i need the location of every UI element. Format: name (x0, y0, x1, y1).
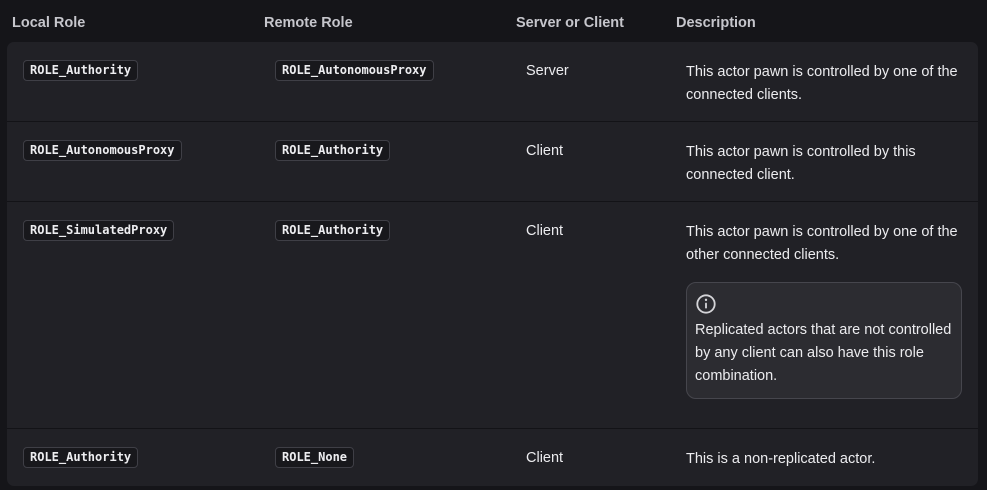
remote-role-cell: ROLE_Authority (275, 220, 391, 241)
local-role-code: ROLE_SimulatedProxy (23, 220, 175, 241)
remote-role-code: ROLE_Authority (275, 220, 391, 241)
header-server-or-client: Server or Client (516, 15, 624, 31)
header-remote-role: Remote Role (264, 15, 353, 31)
table-row: ROLE_SimulatedProxy ROLE_Authority Clien… (7, 202, 978, 429)
local-role-cell: ROLE_SimulatedProxy (23, 220, 175, 241)
remote-role-code: ROLE_None (275, 447, 355, 468)
table-row: ROLE_Authority ROLE_None Client This is … (7, 429, 978, 486)
local-role-code: ROLE_Authority (23, 447, 139, 468)
remote-role-code: ROLE_AutonomousProxy (275, 60, 434, 81)
description-cell: This actor pawn is controlled by one of … (686, 221, 962, 399)
info-callout-text: Replicated actors that are not controlle… (695, 322, 952, 384)
description-cell: This actor pawn is controlled by this co… (686, 144, 916, 183)
remote-role-cell: ROLE_AutonomousProxy (275, 60, 434, 81)
server-or-client-cell: Server (526, 63, 569, 79)
table-row: ROLE_Authority ROLE_AutonomousProxy Serv… (7, 42, 978, 122)
table-header: Local Role Remote Role Server or Client … (0, 0, 987, 44)
table-body: ROLE_Authority ROLE_AutonomousProxy Serv… (7, 42, 978, 486)
local-role-cell: ROLE_AutonomousProxy (23, 140, 182, 161)
remote-role-code: ROLE_Authority (275, 140, 391, 161)
description-cell: This is a non-replicated actor. (686, 451, 876, 467)
description-cell: This actor pawn is controlled by one of … (686, 64, 958, 103)
roles-table-page: Local Role Remote Role Server or Client … (0, 0, 987, 490)
header-description: Description (676, 15, 756, 31)
remote-role-cell: ROLE_None (275, 447, 355, 468)
local-role-code: ROLE_Authority (23, 60, 139, 81)
local-role-code: ROLE_AutonomousProxy (23, 140, 182, 161)
server-or-client-cell: Client (526, 450, 564, 466)
info-icon (696, 294, 716, 314)
server-or-client-cell: Client (526, 143, 564, 159)
table-row: ROLE_AutonomousProxy ROLE_Authority Clie… (7, 122, 978, 202)
description-text: This actor pawn is controlled by one of … (686, 224, 958, 263)
info-callout: Replicated actors that are not controlle… (686, 282, 962, 399)
local-role-cell: ROLE_Authority (23, 447, 139, 468)
header-local-role: Local Role (12, 15, 86, 31)
local-role-cell: ROLE_Authority (23, 60, 139, 81)
remote-role-cell: ROLE_Authority (275, 140, 391, 161)
server-or-client-cell: Client (526, 223, 564, 239)
